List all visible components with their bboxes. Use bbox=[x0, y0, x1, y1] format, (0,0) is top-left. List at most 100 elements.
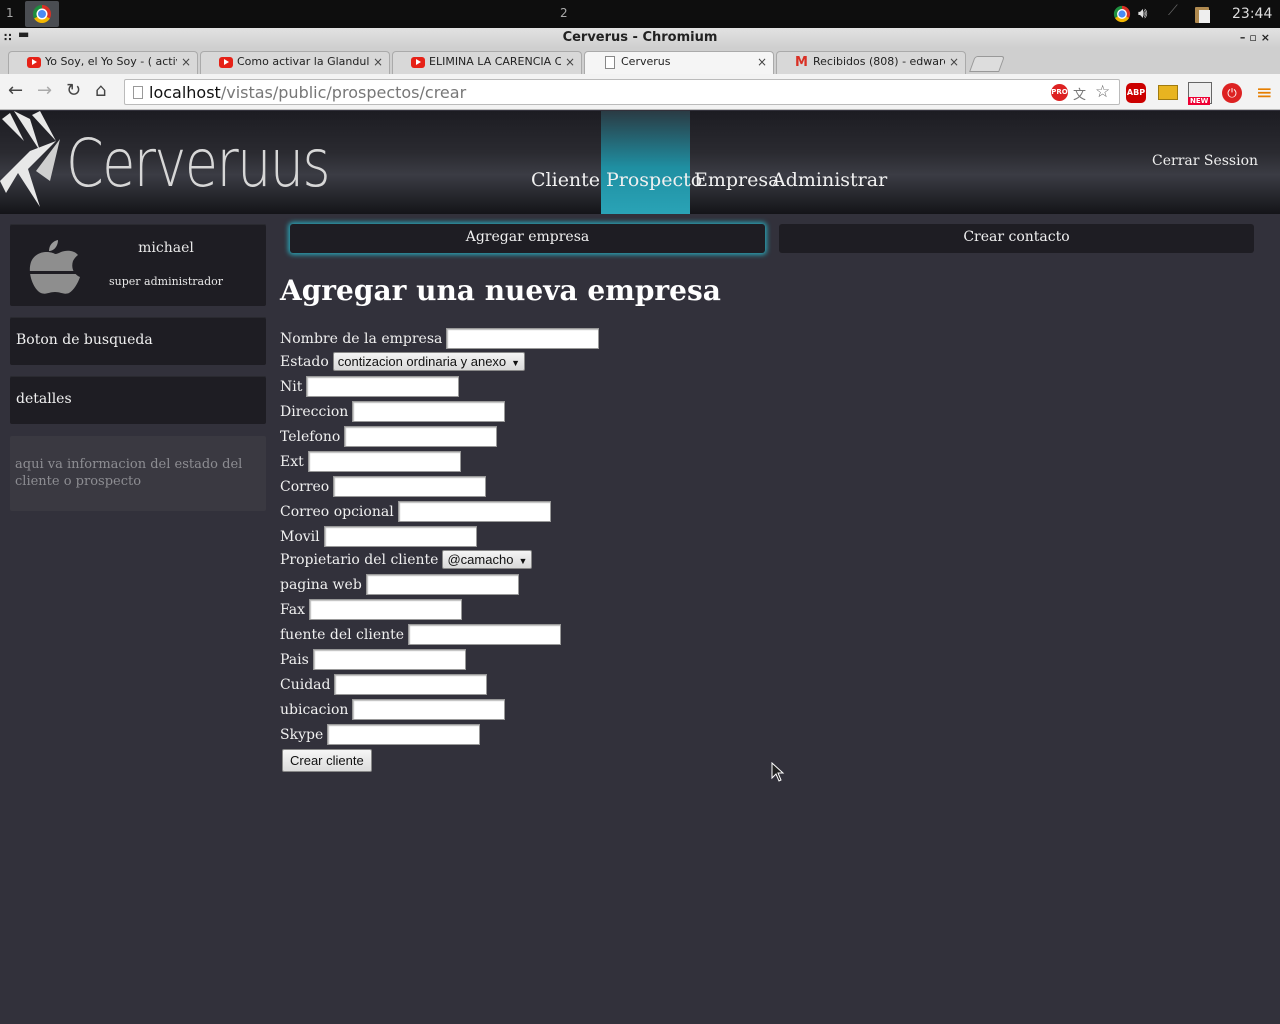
power-icon[interactable]: ⏻ bbox=[1222, 83, 1242, 103]
field-row-ext: Ext bbox=[280, 451, 461, 473]
label-ext: Ext bbox=[280, 453, 304, 470]
site-header: Cerveruus Clientes Prospecto Empresa Adm… bbox=[0, 111, 1280, 214]
nav-empresa[interactable]: Empresa bbox=[694, 111, 779, 214]
url-text[interactable]: localhost/vistas/public/prospectos/crear bbox=[149, 83, 466, 102]
page-icon bbox=[605, 56, 615, 69]
add-company-button[interactable]: Agregar empresa bbox=[290, 224, 765, 253]
select-estado[interactable]: contizacion ordinaria y anexo ▼ bbox=[332, 352, 526, 371]
create-client-button[interactable]: Crear cliente bbox=[282, 749, 372, 772]
chromium-tray-icon[interactable] bbox=[1113, 5, 1131, 23]
create-contact-button[interactable]: Crear contacto bbox=[779, 224, 1254, 253]
input-fax[interactable] bbox=[309, 599, 463, 620]
input-nit[interactable] bbox=[306, 376, 460, 397]
input-nombre[interactable] bbox=[446, 328, 600, 349]
bookmark-star-icon[interactable]: ☆ bbox=[1095, 84, 1112, 101]
label-fuente: fuente del cliente bbox=[280, 626, 405, 643]
label-pais: Pais bbox=[280, 651, 309, 668]
logo-text: Cerveruus bbox=[66, 125, 331, 202]
label-correo-opcional: Correo opcional bbox=[280, 503, 394, 520]
label-ubicacion: ubicacion bbox=[280, 701, 349, 718]
address-bar[interactable]: localhost/vistas/public/prospectos/crear… bbox=[124, 79, 1120, 105]
field-row-correo: Correo bbox=[280, 476, 487, 498]
new-extension-icon[interactable]: NEW bbox=[1188, 82, 1212, 105]
input-ciudad[interactable] bbox=[334, 674, 488, 695]
card-extension-icon[interactable] bbox=[1158, 85, 1178, 100]
input-pais[interactable] bbox=[312, 649, 466, 670]
tab-carencia[interactable]: ELIMINA LA CARENCIA COM × bbox=[392, 51, 582, 74]
translate-icon[interactable]: 文 bbox=[1073, 84, 1090, 103]
home-icon[interactable]: ⌂ bbox=[95, 80, 106, 101]
reload-icon[interactable]: ↻ bbox=[66, 80, 81, 101]
nav-prospecto[interactable]: Prospecto bbox=[601, 111, 702, 214]
back-icon[interactable]: ← bbox=[8, 80, 23, 101]
close-icon[interactable]: × bbox=[949, 52, 959, 72]
os-top-panel: 1 2 🔊︎ ⟋ 23:44 bbox=[0, 0, 1280, 28]
label-nit: Nit bbox=[280, 378, 303, 395]
menu-icon[interactable]: ≡ bbox=[1256, 80, 1276, 104]
window-controls[interactable]: –▫× bbox=[1240, 28, 1274, 48]
field-row-estado: Estado contizacion ordinaria y anexo ▼ bbox=[280, 352, 526, 374]
workspace-1[interactable]: 1 bbox=[6, 6, 14, 20]
input-fuente[interactable] bbox=[408, 624, 562, 645]
close-icon[interactable]: × bbox=[373, 52, 383, 72]
shade-icon[interactable]: ▬ bbox=[18, 24, 29, 44]
input-ubicacion[interactable] bbox=[352, 699, 506, 720]
field-row-ciudad: Cuidad bbox=[280, 674, 488, 696]
close-icon[interactable]: × bbox=[565, 52, 575, 72]
chromium-icon bbox=[33, 5, 51, 23]
network-icon[interactable]: ⟋ bbox=[1168, 3, 1178, 19]
clipboard-icon[interactable] bbox=[1192, 4, 1212, 24]
youtube-icon bbox=[27, 57, 41, 68]
page-content: Cerveruus Clientes Prospecto Empresa Adm… bbox=[0, 111, 1280, 1024]
youtube-icon bbox=[411, 57, 425, 68]
label-pagina-web: pagina web bbox=[280, 576, 362, 593]
search-button[interactable]: Boton de busqueda bbox=[10, 317, 266, 365]
field-row-pais: Pais bbox=[280, 649, 466, 671]
input-telefono[interactable] bbox=[344, 426, 498, 447]
label-telefono: Telefono bbox=[280, 428, 341, 445]
adblock-icon[interactable]: ABP bbox=[1126, 83, 1146, 103]
close-icon[interactable]: × bbox=[181, 52, 191, 72]
label-skype: Skype bbox=[280, 726, 324, 743]
forward-icon[interactable]: → bbox=[37, 80, 52, 101]
field-row-propietario: Propietario del cliente @camacho ▼ bbox=[280, 550, 533, 572]
input-skype[interactable] bbox=[327, 724, 481, 745]
nav-clientes[interactable]: Clientes bbox=[531, 111, 610, 214]
input-pagina-web[interactable] bbox=[365, 574, 519, 595]
label-movil: Movil bbox=[280, 528, 320, 545]
input-correo-opcional[interactable] bbox=[397, 501, 551, 522]
logout-link[interactable]: Cerrar Session bbox=[1152, 153, 1258, 169]
tab-title: Como activar la Glandula Pine bbox=[237, 55, 369, 68]
pro-extension-icon[interactable]: PRO bbox=[1051, 84, 1068, 101]
new-tab-button[interactable] bbox=[969, 56, 1005, 72]
details-button-label: detalles bbox=[16, 391, 72, 407]
field-row-ubicacion: ubicacion bbox=[280, 699, 506, 721]
workspace-2[interactable]: 2 bbox=[560, 6, 568, 20]
input-ext[interactable] bbox=[307, 451, 461, 472]
tab-title: Recibidos (808) - edwarddiazf bbox=[813, 55, 945, 68]
tab-title: ELIMINA LA CARENCIA COM bbox=[429, 55, 561, 68]
details-button[interactable]: detalles bbox=[10, 376, 266, 424]
field-row-direccion: Direccion bbox=[280, 401, 506, 423]
tab-yo-soy[interactable]: Yo Soy, el Yo Soy - ( activa tu × bbox=[8, 51, 198, 74]
field-row-fuente: fuente del cliente bbox=[280, 624, 562, 646]
chromium-taskbar-button[interactable] bbox=[25, 1, 59, 27]
gmail-icon: M bbox=[795, 55, 808, 70]
window-menu-icon[interactable]: ∷ bbox=[4, 28, 12, 48]
volume-icon[interactable]: 🔊︎ bbox=[1138, 4, 1147, 22]
input-direccion[interactable] bbox=[352, 401, 506, 422]
nav-administrar[interactable]: Administrar bbox=[772, 111, 887, 214]
tab-gmail[interactable]: M Recibidos (808) - edwarddiazf × bbox=[776, 51, 966, 74]
tab-glandula[interactable]: Como activar la Glandula Pine × bbox=[200, 51, 390, 74]
select-propietario[interactable]: @camacho ▼ bbox=[442, 550, 533, 569]
close-icon[interactable]: × bbox=[757, 52, 767, 72]
tab-strip: Yo Soy, el Yo Soy - ( activa tu × Como a… bbox=[0, 48, 1280, 74]
field-row-movil: Movil bbox=[280, 526, 477, 548]
field-row-skype: Skype bbox=[280, 724, 481, 746]
label-ciudad: Cuidad bbox=[280, 676, 331, 693]
form-title: Agregar una nueva empresa bbox=[280, 274, 721, 307]
input-correo[interactable] bbox=[333, 476, 487, 497]
tab-cerverus[interactable]: Cerverus × bbox=[584, 51, 774, 74]
logo-icon[interactable] bbox=[0, 111, 64, 211]
input-movil[interactable] bbox=[323, 526, 477, 547]
